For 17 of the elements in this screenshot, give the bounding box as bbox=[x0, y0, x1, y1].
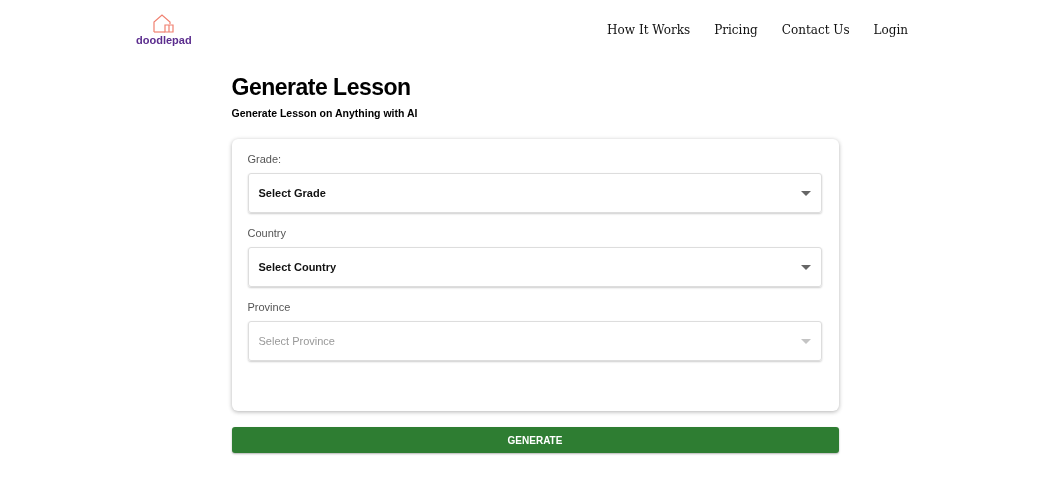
logo-text[interactable]: doodlepad bbox=[136, 34, 192, 46]
page-title: Generate Lesson bbox=[231, 74, 412, 101]
field-label: Country bbox=[247, 227, 288, 239]
nav-link[interactable]: Pricing bbox=[714, 23, 758, 37]
house-book-icon bbox=[151, 14, 176, 34]
nav-link[interactable]: Contact Us bbox=[781, 23, 850, 37]
page-subtitle: Generate Lesson on Anything with AI bbox=[231, 107, 419, 119]
nav-link[interactable]: How It Works bbox=[607, 23, 691, 37]
field-label: Province bbox=[247, 301, 292, 313]
generate-button[interactable]: GENERATE bbox=[231, 427, 839, 453]
dropdown-caret-icon bbox=[800, 264, 811, 270]
select-field[interactable]: Select Country bbox=[247, 247, 822, 287]
dropdown-caret-icon bbox=[800, 190, 811, 196]
select-field[interactable]: Select Grade bbox=[247, 173, 822, 213]
dropdown-caret-icon bbox=[800, 338, 811, 344]
field-label: Grade: bbox=[247, 153, 283, 165]
nav-link[interactable]: Login bbox=[873, 23, 908, 37]
